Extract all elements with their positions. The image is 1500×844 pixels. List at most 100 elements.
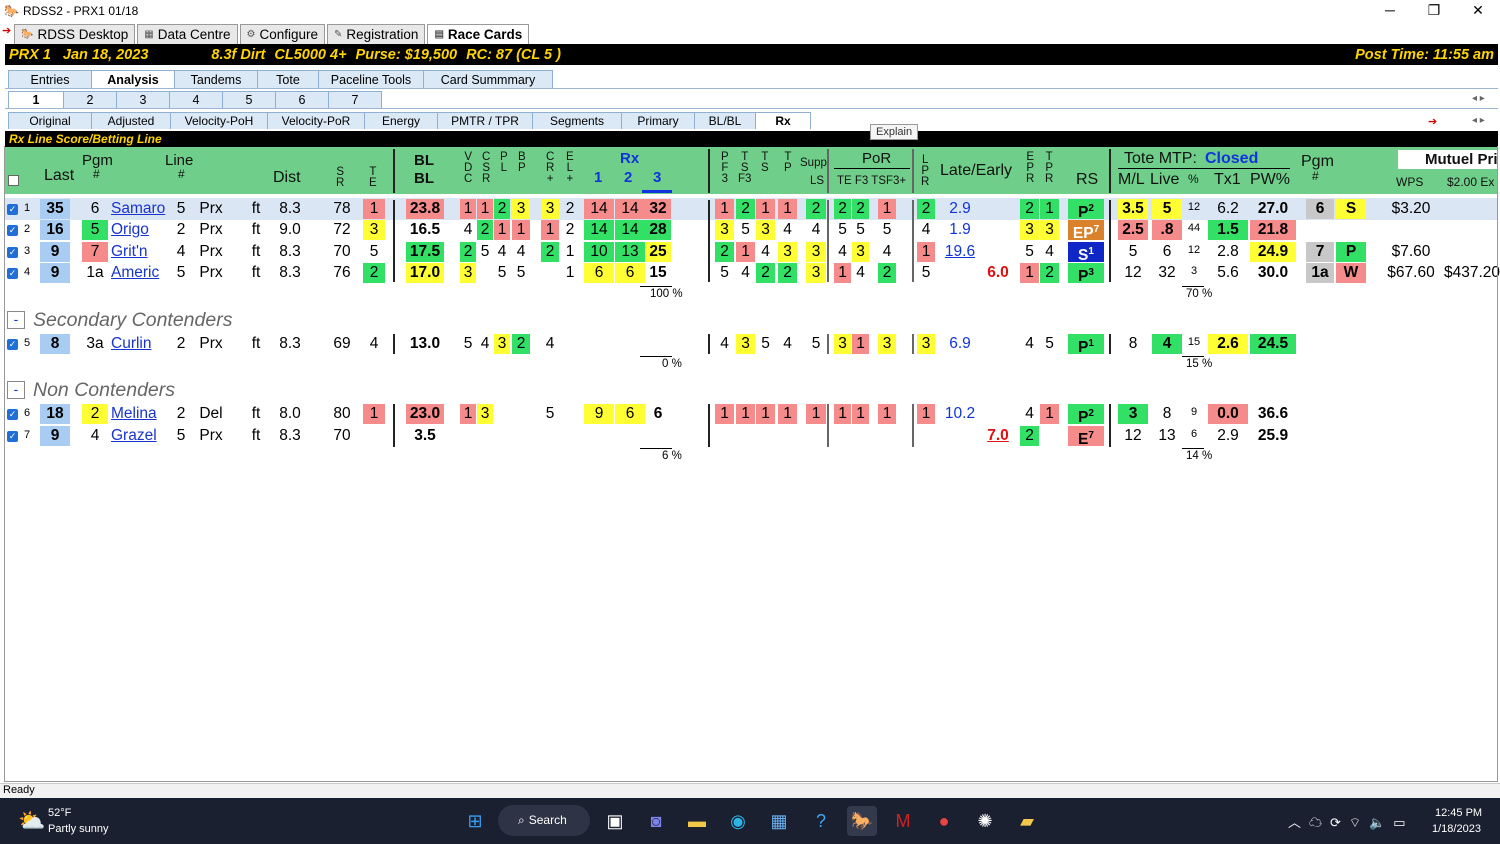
- tote-total-secondary: 15 %: [1186, 358, 1213, 370]
- close-button[interactable]: ✕: [1456, 0, 1500, 22]
- tab-bl-bl[interactable]: BL/BL: [694, 112, 756, 129]
- collapse-secondary-button[interactable]: -: [7, 311, 25, 329]
- cell-sr: 76: [333, 264, 351, 281]
- horse-name-link[interactable]: Grit'n: [111, 242, 173, 262]
- cell-epr: 4: [1025, 405, 1034, 422]
- tab-race-7[interactable]: 7: [328, 91, 382, 108]
- hdr-rx: Rx: [620, 150, 640, 167]
- start-icon[interactable]: ⊞: [460, 806, 490, 836]
- maximize-button[interactable]: ❐: [1412, 0, 1456, 22]
- cell-pw: 24.9: [1250, 242, 1296, 262]
- hdr-rx-3: 3: [653, 169, 662, 186]
- cell-cr: 5: [545, 405, 555, 422]
- task-view-icon[interactable]: ▣: [600, 806, 630, 836]
- export-icon[interactable]: ➔: [1428, 115, 1437, 128]
- cell-pf3: 3: [715, 220, 734, 240]
- horse-name-link[interactable]: Melina: [111, 404, 173, 424]
- race-tab-scroll-arrows[interactable]: ◂ ▸: [1472, 93, 1485, 104]
- tab-velocity-poh[interactable]: Velocity-PoH: [170, 112, 268, 129]
- row-checkbox[interactable]: ✓: [7, 409, 18, 420]
- row-checkbox[interactable]: ✓: [7, 247, 18, 258]
- tab-original[interactable]: Original: [8, 112, 92, 129]
- horse-name-link[interactable]: Samaro: [111, 199, 173, 219]
- chrome-icon[interactable]: ●: [929, 806, 959, 836]
- tab-paceline-tools[interactable]: Paceline Tools: [318, 70, 424, 88]
- tab-race-5[interactable]: 5: [222, 91, 276, 108]
- weather-desc: Partly sunny: [48, 823, 109, 835]
- row-checkbox[interactable]: ✓: [7, 431, 18, 442]
- help-icon[interactable]: ?: [806, 806, 836, 836]
- select-all-checkbox[interactable]: [8, 175, 19, 186]
- row-checkbox[interactable]: ✓: [7, 225, 18, 236]
- row-checkbox[interactable]: ✓: [7, 268, 18, 279]
- tab-race-cards[interactable]: ▤ Race Cards: [427, 24, 530, 44]
- row-checkbox[interactable]: ✓: [7, 204, 18, 215]
- tab-entries[interactable]: Entries: [8, 70, 92, 88]
- tab-tandems[interactable]: Tandems: [174, 70, 258, 88]
- horse-name-link[interactable]: Curlin: [111, 334, 173, 354]
- hdr-te: T E: [369, 166, 377, 189]
- tab-card-summary[interactable]: Card Summmary: [423, 70, 553, 88]
- tab-race-1[interactable]: 1: [8, 91, 64, 108]
- tab-pmtr-tpr[interactable]: PMTR / TPR: [437, 112, 533, 129]
- cell-te: 2: [363, 263, 385, 283]
- tab-rdss-desktop[interactable]: 🐎 RDSS Desktop: [14, 24, 136, 44]
- cell-tpr: 5: [1045, 335, 1054, 352]
- tab-race-4[interactable]: 4: [169, 91, 223, 108]
- cell-pf3: 2: [715, 242, 734, 262]
- hdr-pgm2-hash: #: [1312, 169, 1319, 183]
- column-divider: [393, 149, 395, 193]
- weather-icon: ⛅: [18, 808, 46, 833]
- cell-sf: ft: [251, 264, 261, 281]
- cell-el: 2: [565, 221, 575, 238]
- openai-icon[interactable]: ✺: [970, 806, 1000, 836]
- tab-tote[interactable]: Tote: [257, 70, 319, 88]
- tab-data-centre[interactable]: ▦ Data Centre: [137, 24, 238, 44]
- minimize-button[interactable]: ─: [1368, 0, 1412, 22]
- cell-line: 2: [176, 405, 186, 422]
- running-style-badge: P2: [1068, 404, 1104, 426]
- cell-tx1: 0.0: [1208, 404, 1248, 424]
- hdr-pf3: P F 3: [721, 151, 729, 185]
- taskbar-search[interactable]: ⌕ Search: [498, 805, 590, 836]
- tab-configure[interactable]: ⚙ Configure: [239, 24, 326, 44]
- cell-tsf3: 1: [736, 242, 755, 262]
- horse-name-link[interactable]: Grazel: [111, 426, 173, 446]
- column-divider: [827, 200, 829, 282]
- tab-analysis[interactable]: Analysis: [91, 70, 175, 88]
- tab-registration[interactable]: ✎ Registration: [327, 24, 426, 44]
- tab-race-6[interactable]: 6: [275, 91, 329, 108]
- view-tab-scroll-arrows[interactable]: ◂ ▸: [1472, 115, 1485, 126]
- clock-date: 1/18/2023: [1432, 823, 1481, 835]
- system-tray-icons[interactable]: ︿☁⟳⌔🔈▭: [1288, 812, 1414, 831]
- tab-race-3[interactable]: 3: [116, 91, 170, 108]
- column-divider: [1109, 149, 1111, 193]
- tab-segments[interactable]: Segments: [532, 112, 622, 129]
- horse-name-link[interactable]: Origo: [111, 220, 173, 240]
- cell-rx3: 28: [645, 220, 671, 240]
- folder-icon[interactable]: ▰: [1012, 806, 1042, 836]
- cell-dist: 8.3: [279, 427, 301, 444]
- file-explorer-icon[interactable]: ▬: [682, 806, 712, 836]
- running-style-badge: P2: [1068, 199, 1104, 221]
- rdss-app-icon[interactable]: 🐎: [847, 806, 877, 836]
- row-checkbox[interactable]: ✓: [7, 339, 18, 350]
- hdr-cr: C R +: [546, 151, 555, 185]
- store-icon[interactable]: ▦: [764, 806, 794, 836]
- cell-pl: 1: [494, 220, 510, 240]
- mcafee-icon[interactable]: M: [888, 806, 918, 836]
- tab-energy[interactable]: Energy: [364, 112, 438, 129]
- collapse-non-contenders-button[interactable]: -: [7, 381, 25, 399]
- tab-rx[interactable]: Rx: [755, 112, 811, 129]
- cell-f3: 1: [852, 334, 869, 354]
- horse-name-link[interactable]: Americ: [111, 263, 173, 283]
- edge-icon[interactable]: ◉: [723, 806, 753, 836]
- tab-primary[interactable]: Primary: [621, 112, 695, 129]
- cell-trk: Prx: [199, 200, 223, 217]
- chat-icon[interactable]: ◙: [641, 806, 671, 836]
- cell-dist: 8.3: [279, 264, 301, 281]
- tab-race-2[interactable]: 2: [63, 91, 117, 108]
- cell-pw: 24.5: [1250, 334, 1296, 354]
- tab-adjusted[interactable]: Adjusted: [91, 112, 171, 129]
- tab-velocity-por[interactable]: Velocity-PoR: [267, 112, 365, 129]
